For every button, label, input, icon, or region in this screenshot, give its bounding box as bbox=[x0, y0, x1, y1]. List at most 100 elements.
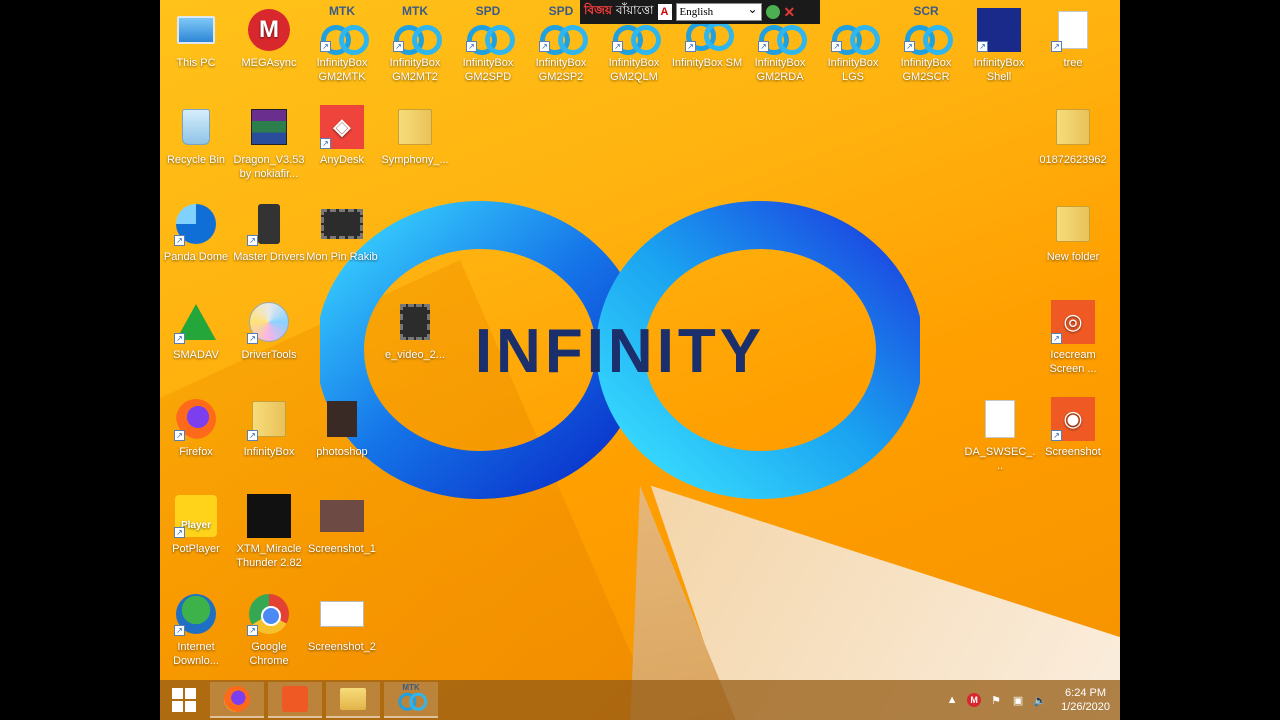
desktop-icon-infinitybox-shell[interactable]: ↗ InfinityBox Shell bbox=[963, 8, 1035, 84]
desktop-icon-drivertools[interactable]: ↗ DriverTools bbox=[233, 300, 305, 362]
desktop-icon-screenshot-1[interactable]: Screenshot_1 bbox=[306, 494, 378, 556]
desktop: INFINITY This PC M MEGAsync MTK ↗ Infinit… bbox=[160, 0, 1120, 720]
desktop-icon-anydesk[interactable]: ◈ ↗ AnyDesk bbox=[306, 105, 378, 167]
desktop-icon-infinitybox-gm2mtk[interactable]: MTK ↗ InfinityBox GM2MTK bbox=[306, 4, 378, 84]
shortcut-arrow-icon: ↗ bbox=[174, 625, 185, 636]
shortcut-arrow-icon: ↗ bbox=[466, 41, 477, 52]
shortcut-arrow-icon: ↗ bbox=[174, 235, 185, 246]
shortcut-arrow-icon: ↗ bbox=[247, 333, 258, 344]
video-file-icon bbox=[321, 209, 363, 239]
desktop-icon-icecream-screen[interactable]: ◎ ↗ Icecream Screen ... bbox=[1037, 300, 1109, 376]
taskbar: MTK ▲ M ⚑ ▣ 🔈 6:24 PM 1/26/2020 bbox=[160, 680, 1120, 720]
desktop-icon-megasync[interactable]: M MEGAsync bbox=[233, 8, 305, 70]
desktop-icon-internet-download-manager[interactable]: ↗ Internet Downlo... bbox=[160, 592, 232, 668]
shortcut-arrow-icon: ↗ bbox=[174, 333, 185, 344]
shortcut-arrow-icon: ↗ bbox=[247, 430, 258, 441]
action-center-icon[interactable]: ▣ bbox=[1011, 693, 1025, 707]
shortcut-arrow-icon: ↗ bbox=[1051, 430, 1062, 441]
shortcut-arrow-icon: ↗ bbox=[758, 41, 769, 52]
language-bar: বিজয় বাঁয়াত্তো A English ✕ bbox=[580, 0, 820, 24]
desktop-icon-infinitybox[interactable]: ↗ InfinityBox bbox=[233, 397, 305, 459]
network-warning-icon[interactable]: ⚑ bbox=[989, 693, 1003, 707]
pdf-icon[interactable]: A bbox=[657, 4, 672, 20]
volume-icon[interactable]: 🔈 bbox=[1033, 693, 1047, 707]
shortcut-arrow-icon: ↗ bbox=[612, 41, 623, 52]
desktop-icon-mon-pin-rakib[interactable]: Mon Pin Rakib bbox=[306, 202, 378, 264]
desktop-icon-01872623962[interactable]: 01872623962 bbox=[1037, 105, 1109, 167]
shortcut-arrow-icon: ↗ bbox=[1051, 41, 1062, 52]
video-file-icon bbox=[400, 304, 430, 340]
shortcut-arrow-icon: ↗ bbox=[393, 41, 404, 52]
mega-tray-icon[interactable]: M bbox=[967, 693, 982, 707]
usb-drive-icon bbox=[258, 204, 280, 244]
computer-icon bbox=[177, 16, 215, 44]
clock[interactable]: 6:24 PM 1/26/2020 bbox=[1061, 686, 1110, 714]
windows-logo-icon bbox=[172, 688, 196, 712]
infinity-icon bbox=[398, 692, 428, 711]
desktop-icon-infinitybox-gm2mt2[interactable]: MTK ↗ InfinityBox GM2MT2 bbox=[379, 4, 451, 84]
desktop-icon-potplayer[interactable]: Player ↗ PotPlayer bbox=[160, 494, 232, 556]
desktop-icon-e-video[interactable]: e_video_2... bbox=[379, 300, 451, 362]
clock-date: 1/26/2020 bbox=[1061, 701, 1110, 713]
desktop-icon-symphony[interactable]: Symphony_... bbox=[379, 105, 451, 167]
folder-icon bbox=[340, 688, 366, 710]
icecream-recorder-icon bbox=[282, 686, 308, 712]
desktop-icon-panda-dome[interactable]: ↗ Panda Dome bbox=[160, 202, 232, 264]
desktop-icon-infinitybox-gm2scr[interactable]: SCR ↗ InfinityBox GM2SCR bbox=[890, 4, 962, 84]
system-tray: ▲ M ⚑ ▣ 🔈 6:24 PM 1/26/2020 bbox=[945, 686, 1120, 714]
folder-icon bbox=[1056, 206, 1090, 242]
start-button[interactable] bbox=[160, 680, 208, 720]
taskbar-app-infinitybox-mtk[interactable]: MTK bbox=[384, 682, 438, 718]
folder-icon bbox=[398, 109, 432, 145]
shortcut-arrow-icon: ↗ bbox=[174, 527, 185, 538]
firefox-icon bbox=[224, 686, 250, 712]
shortcut-arrow-icon: ↗ bbox=[247, 625, 258, 636]
desktop-icon-xtm-miracle[interactable]: XTM_Miracle Thunder 2.82 bbox=[233, 494, 305, 570]
confirm-icon[interactable] bbox=[765, 5, 780, 19]
shortcut-arrow-icon: ↗ bbox=[977, 41, 988, 52]
file-icon bbox=[985, 400, 1015, 438]
bangla-mode-button[interactable]: বাঁয়াত্তো bbox=[616, 2, 654, 22]
image-thumbnail-icon bbox=[327, 401, 357, 437]
shortcut-arrow-icon: ↗ bbox=[320, 138, 331, 149]
taskbar-app-icecream-screen-recorder[interactable] bbox=[268, 682, 322, 718]
shortcut-arrow-icon: ↗ bbox=[247, 235, 258, 246]
bijoy-keyboard-button[interactable]: বিজয় bbox=[584, 2, 612, 22]
taskbar-app-file-explorer[interactable] bbox=[326, 682, 380, 718]
desktop-icon-new-folder[interactable]: New folder bbox=[1037, 202, 1109, 264]
close-icon[interactable]: ✕ bbox=[784, 4, 796, 21]
shortcut-arrow-icon: ↗ bbox=[174, 430, 185, 441]
file-icon bbox=[1058, 11, 1088, 49]
mega-icon: M bbox=[248, 9, 290, 51]
desktop-icon-master-drivers[interactable]: ↗ Master Drivers bbox=[233, 202, 305, 264]
desktop-icon-infinitybox-gm2spd[interactable]: SPD ↗ InfinityBox GM2SPD bbox=[452, 4, 524, 84]
desktop-icon-this-pc[interactable]: This PC bbox=[160, 8, 232, 70]
image-thumbnail-icon bbox=[320, 601, 364, 627]
infinity-wordmark: INFINITY bbox=[475, 317, 765, 386]
desktop-icon-photoshop[interactable]: photoshop bbox=[306, 397, 378, 459]
desktop-icon-google-chrome[interactable]: ↗ Google Chrome bbox=[233, 592, 305, 668]
xtm-logo-icon bbox=[247, 494, 291, 538]
desktop-icon-firefox[interactable]: ↗ Firefox bbox=[160, 397, 232, 459]
shortcut-arrow-icon: ↗ bbox=[320, 41, 331, 52]
desktop-icon-screenshot-2[interactable]: Screenshot_2 bbox=[306, 592, 378, 654]
shortcut-arrow-icon: ↗ bbox=[539, 41, 550, 52]
show-hidden-icons-chevron-icon[interactable]: ▲ bbox=[945, 693, 959, 707]
desktop-icon-smadav[interactable]: ↗ SMADAV bbox=[160, 300, 232, 362]
image-thumbnail-icon bbox=[320, 500, 364, 532]
shortcut-arrow-icon: ↗ bbox=[685, 41, 696, 52]
desktop-icon-dragon[interactable]: Dragon_V3.53 by nokiafir... bbox=[233, 105, 305, 181]
clock-time: 6:24 PM bbox=[1065, 687, 1107, 699]
desktop-icon-recycle-bin[interactable]: Recycle Bin bbox=[160, 105, 232, 167]
shortcut-arrow-icon: ↗ bbox=[1051, 333, 1062, 344]
desktop-icon-da-swsec[interactable]: DA_SWSEC_... bbox=[964, 397, 1036, 473]
recycle-bin-icon bbox=[182, 109, 210, 145]
language-select[interactable]: English bbox=[675, 1, 762, 21]
shortcut-arrow-icon: ↗ bbox=[831, 41, 842, 52]
desktop-icon-screenshot[interactable]: ◉ ↗ Screenshot bbox=[1037, 397, 1109, 459]
desktop-icon-tree[interactable]: ↗ tree bbox=[1037, 8, 1109, 70]
taskbar-app-firefox[interactable] bbox=[210, 682, 264, 718]
winrar-archive-icon bbox=[251, 109, 287, 145]
desktop-icon-infinitybox-lgs[interactable]: ↗ InfinityBox LGS bbox=[817, 8, 889, 84]
shortcut-arrow-icon: ↗ bbox=[904, 41, 915, 52]
